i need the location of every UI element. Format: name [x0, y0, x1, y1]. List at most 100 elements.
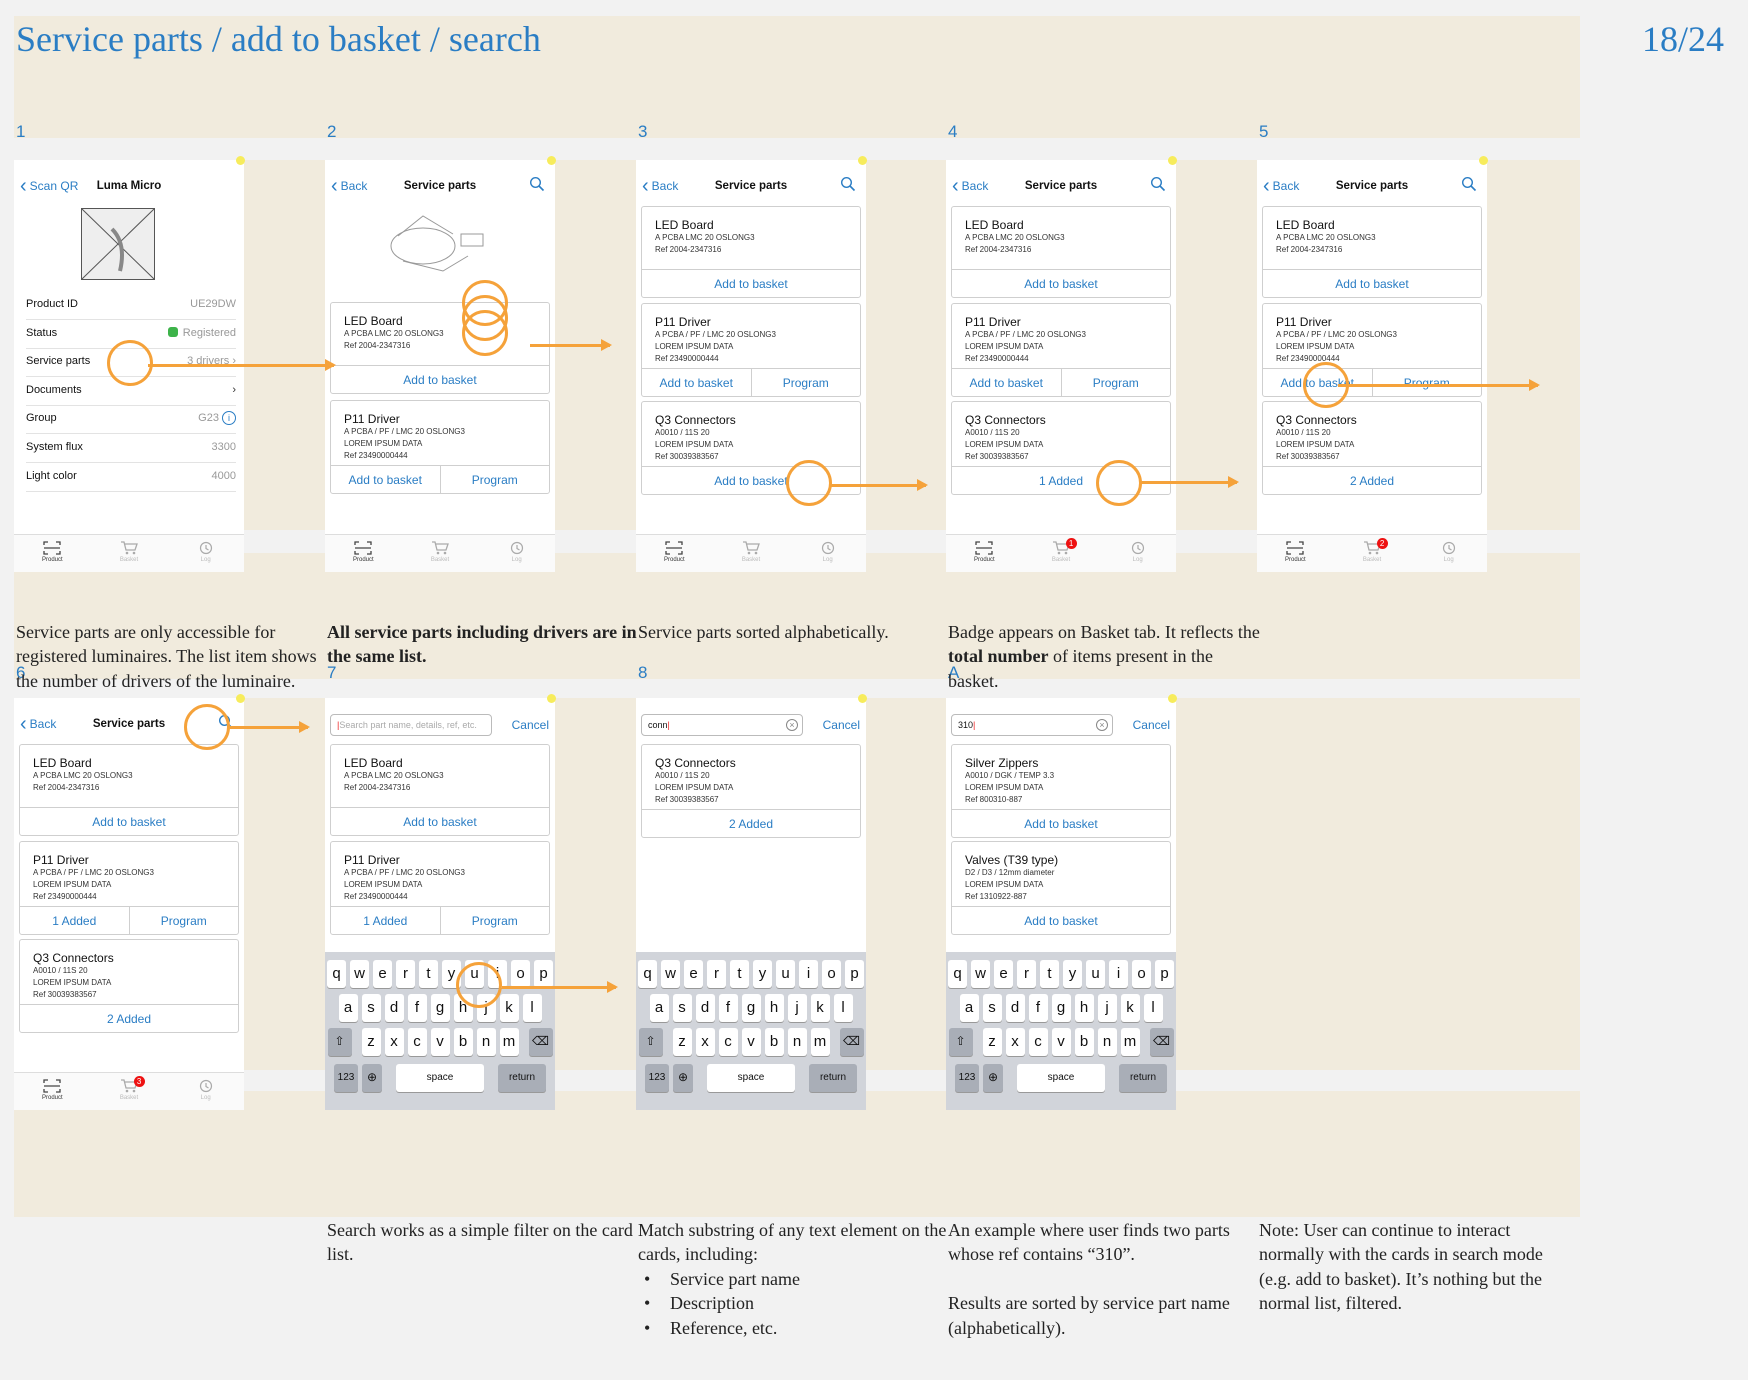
key[interactable]: 123: [645, 1064, 669, 1092]
key[interactable]: d: [1005, 994, 1025, 1022]
key[interactable]: a: [649, 994, 669, 1022]
key[interactable]: g: [741, 994, 761, 1022]
key[interactable]: o: [1132, 960, 1151, 988]
tab-basket[interactable]: Basket: [713, 535, 790, 572]
key[interactable]: v: [741, 1028, 761, 1056]
key[interactable]: x: [695, 1028, 715, 1056]
key[interactable]: w: [971, 960, 990, 988]
key[interactable]: x: [384, 1028, 404, 1056]
key[interactable]: u: [1086, 960, 1105, 988]
key[interactable]: d: [695, 994, 715, 1022]
tab-log[interactable]: Log: [167, 1073, 244, 1110]
key[interactable]: v: [430, 1028, 450, 1056]
search-button[interactable]: [1461, 176, 1479, 194]
tab-product[interactable]: Product: [946, 535, 1023, 572]
tab-basket[interactable]: 3 Basket: [91, 1073, 168, 1110]
program-button[interactable]: Program: [1060, 369, 1171, 396]
key[interactable]: b: [1074, 1028, 1094, 1056]
key[interactable]: q: [327, 960, 346, 988]
key[interactable]: w: [661, 960, 680, 988]
key[interactable]: u: [776, 960, 795, 988]
clear-icon[interactable]: ×: [1096, 719, 1108, 731]
add-to-basket-button[interactable]: Add to basket: [20, 808, 238, 835]
key[interactable]: t: [419, 960, 438, 988]
key[interactable]: c: [718, 1028, 738, 1056]
key[interactable]: r: [707, 960, 726, 988]
add-to-basket-button[interactable]: Add to basket: [952, 810, 1170, 837]
key[interactable]: z: [982, 1028, 1002, 1056]
search-button[interactable]: [529, 176, 547, 194]
key[interactable]: s: [982, 994, 1002, 1022]
added-count[interactable]: 1 Added: [331, 907, 440, 934]
key[interactable]: z: [361, 1028, 381, 1056]
add-to-basket-button[interactable]: Add to basket: [331, 366, 549, 393]
key[interactable]: f: [1028, 994, 1048, 1022]
key[interactable]: ⊕: [673, 1064, 693, 1092]
key[interactable]: 123: [334, 1064, 358, 1092]
cancel-button[interactable]: Cancel: [823, 718, 860, 732]
key[interactable]: e: [373, 960, 392, 988]
key[interactable]: b: [453, 1028, 473, 1056]
key[interactable]: d: [384, 994, 404, 1022]
added-count[interactable]: 2 Added: [1263, 467, 1481, 494]
tab-log[interactable]: Log: [478, 535, 555, 572]
add-to-basket-button[interactable]: Add to basket: [952, 907, 1170, 934]
key[interactable]: space: [1017, 1064, 1105, 1092]
key[interactable]: n: [787, 1028, 807, 1056]
program-button[interactable]: Program: [439, 466, 550, 493]
cancel-button[interactable]: Cancel: [1133, 718, 1170, 732]
key[interactable]: return: [809, 1064, 857, 1092]
key[interactable]: h: [764, 994, 784, 1022]
key[interactable]: x: [1005, 1028, 1025, 1056]
search-input[interactable]: |Search part name, details, ref, etc.: [330, 714, 492, 736]
add-to-basket-button[interactable]: Add to basket: [331, 466, 440, 493]
key[interactable]: ⊕: [983, 1064, 1003, 1092]
add-to-basket-button[interactable]: Add to basket: [952, 270, 1170, 297]
key[interactable]: ⇧: [948, 1028, 973, 1056]
key[interactable]: k: [499, 994, 519, 1022]
add-to-basket-button[interactable]: Add to basket: [642, 270, 860, 297]
program-button[interactable]: Program: [750, 369, 861, 396]
key[interactable]: q: [948, 960, 967, 988]
tab-log[interactable]: Log: [1099, 535, 1176, 572]
key[interactable]: k: [810, 994, 830, 1022]
key[interactable]: 123: [955, 1064, 979, 1092]
key[interactable]: p: [534, 960, 553, 988]
key[interactable]: y: [753, 960, 772, 988]
tab-basket[interactable]: 2 Basket: [1334, 535, 1411, 572]
add-to-basket-button[interactable]: Add to basket: [952, 369, 1061, 396]
tab-log[interactable]: Log: [1410, 535, 1487, 572]
program-button[interactable]: Program: [439, 907, 550, 934]
key[interactable]: ⊕: [362, 1064, 382, 1092]
key[interactable]: h: [1074, 994, 1094, 1022]
program-button[interactable]: Program: [1371, 369, 1482, 396]
tab-product[interactable]: Product: [14, 1073, 91, 1110]
key[interactable]: o: [822, 960, 841, 988]
key[interactable]: q: [638, 960, 657, 988]
key[interactable]: z: [672, 1028, 692, 1056]
key[interactable]: t: [730, 960, 749, 988]
added-count[interactable]: 2 Added: [20, 1005, 238, 1032]
search-button[interactable]: [1150, 176, 1168, 194]
key[interactable]: ⌫: [528, 1028, 553, 1056]
add-to-basket-button[interactable]: Add to basket: [1263, 270, 1481, 297]
key[interactable]: ⇧: [327, 1028, 352, 1056]
key[interactable]: l: [833, 994, 853, 1022]
key[interactable]: l: [1143, 994, 1163, 1022]
key[interactable]: c: [1028, 1028, 1048, 1056]
key[interactable]: t: [1040, 960, 1059, 988]
key[interactable]: i: [799, 960, 818, 988]
added-count[interactable]: 2 Added: [642, 810, 860, 837]
key[interactable]: g: [430, 994, 450, 1022]
clear-icon[interactable]: ×: [786, 719, 798, 731]
key[interactable]: ⌫: [1149, 1028, 1174, 1056]
key[interactable]: j: [1097, 994, 1117, 1022]
tab-basket[interactable]: 1 Basket: [1023, 535, 1100, 572]
tab-product[interactable]: Product: [1257, 535, 1334, 572]
tab-product[interactable]: Product: [325, 535, 402, 572]
key[interactable]: o: [511, 960, 530, 988]
key[interactable]: s: [672, 994, 692, 1022]
key[interactable]: return: [498, 1064, 546, 1092]
key[interactable]: g: [1051, 994, 1071, 1022]
key[interactable]: space: [396, 1064, 484, 1092]
